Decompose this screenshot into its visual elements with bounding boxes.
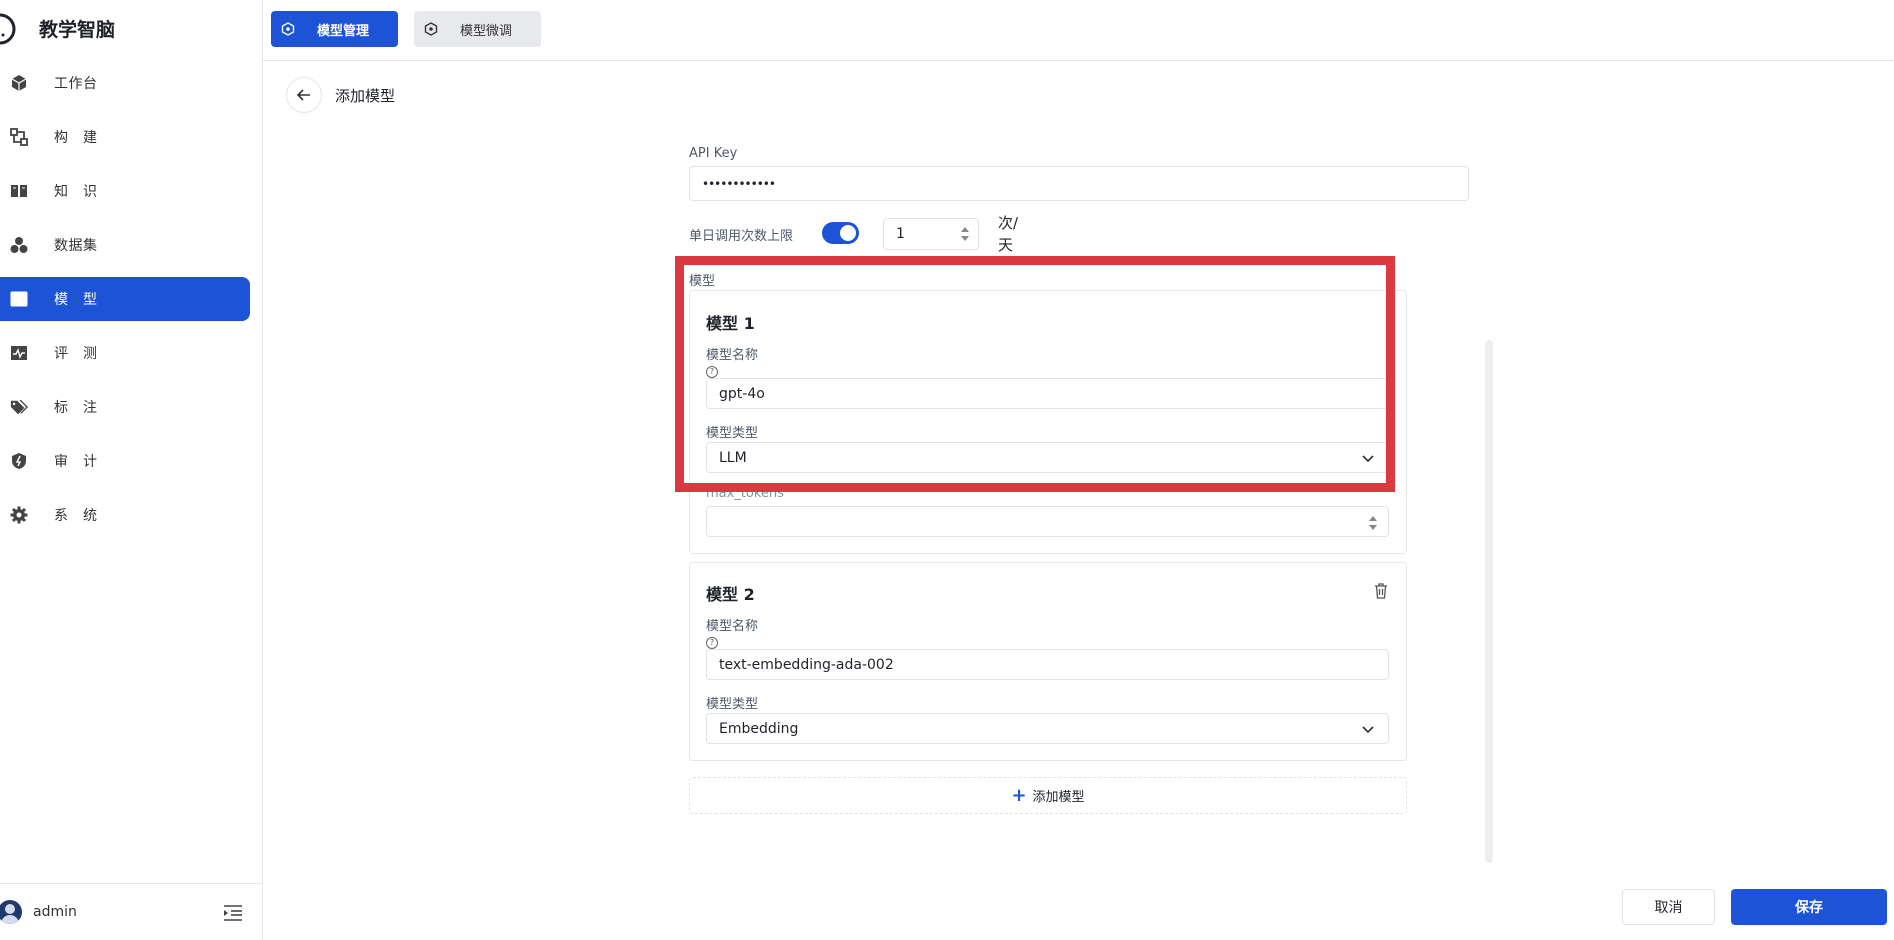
model-2-name-input[interactable]: text-embedding-ada-002: [706, 649, 1389, 680]
page-title: 添加模型: [335, 87, 396, 105]
top-bar: 模型管理 模型微调: [263, 0, 1894, 61]
scrollbar[interactable]: [1485, 340, 1493, 863]
sidebar-item-label: 审 计: [54, 454, 98, 470]
sidebar-nav: 工作台 构 建 知 识 数据集 模 型 评 测 标 注 审 计 系 统: [0, 61, 250, 547]
max-tokens-input[interactable]: [706, 506, 1389, 537]
daily-limit-label: 单日调用次数上限: [689, 229, 794, 244]
tab-model-management[interactable]: 模型管理: [271, 11, 398, 47]
sidebar-item-label: 工作台: [54, 76, 98, 92]
api-key-label: API Key: [689, 146, 738, 161]
chevron-down-icon: [1362, 726, 1374, 734]
app-title: 教学智脑: [39, 18, 116, 41]
sidebar-item-label: 模 型: [54, 292, 98, 308]
flow-icon: [10, 128, 28, 146]
hexagon-icon: [424, 22, 438, 36]
tab-model-finetune[interactable]: 模型微调: [414, 11, 541, 47]
model-2-title: 模型 2: [706, 585, 755, 604]
model-2-name-label: 模型名称: [706, 619, 759, 634]
sidebar-item-evaluation[interactable]: 评 测: [0, 331, 250, 375]
help-icon[interactable]: ?: [706, 637, 718, 649]
model-icon: [10, 290, 28, 308]
daily-limit-toggle[interactable]: [822, 222, 859, 244]
highlight-box: [675, 256, 1395, 492]
logo-icon: [0, 8, 34, 48]
cubes-icon: [10, 236, 28, 254]
trash-icon[interactable]: [1374, 583, 1388, 599]
sidebar-item-audit[interactable]: 审 计: [0, 439, 250, 483]
daily-limit-input[interactable]: 1: [883, 218, 979, 250]
cube-icon: [10, 74, 28, 92]
model-2-name-value: text-embedding-ada-002: [719, 656, 894, 673]
sidebar-item-build[interactable]: 构 建: [0, 115, 250, 159]
model-2-type-value: Embedding: [719, 720, 799, 737]
tab-label: 模型管理: [317, 23, 370, 39]
sidebar-item-label: 评 测: [54, 346, 98, 362]
sidebar-item-system[interactable]: 系 统: [0, 493, 250, 537]
api-key-input[interactable]: ••••••••••••: [689, 166, 1469, 201]
sidebar-item-annotation[interactable]: 标 注: [0, 385, 250, 429]
user-bar: admin: [0, 883, 263, 940]
sidebar-item-label: 数据集: [54, 238, 98, 254]
daily-limit-value: 1: [896, 226, 905, 242]
spinner-icon[interactable]: [960, 224, 970, 244]
daily-limit-unit: 次/天: [998, 214, 1019, 254]
collapse-sidebar-icon[interactable]: [223, 904, 243, 922]
gear-icon: [10, 506, 28, 524]
avatar[interactable]: [0, 900, 22, 924]
tab-label: 模型微调: [460, 23, 513, 39]
sidebar-item-workbench[interactable]: 工作台: [0, 61, 250, 105]
sidebar-item-label: 标 注: [54, 400, 98, 416]
sidebar-item-label: 系 统: [54, 508, 98, 524]
back-button[interactable]: [286, 77, 322, 113]
cancel-button[interactable]: 取消: [1622, 889, 1715, 925]
brand: 教学智脑: [0, 8, 115, 48]
user-name: admin: [33, 904, 77, 920]
sidebar: 教学智脑 工作台 构 建 知 识 数据集 模 型 评 测 标 注 审 计 系 统…: [0, 0, 263, 940]
sidebar-item-label: 知 识: [54, 184, 98, 200]
hexagon-icon: [281, 22, 295, 36]
spinner-icon[interactable]: [1368, 513, 1378, 533]
model-2-type-label: 模型类型: [706, 697, 759, 712]
sidebar-item-model[interactable]: 模 型: [0, 277, 250, 321]
shield-icon: [10, 452, 28, 470]
sidebar-item-label: 构 建: [54, 130, 98, 146]
book-icon: [10, 182, 28, 200]
tag-icon: [10, 398, 28, 416]
plus-icon: +: [1011, 785, 1027, 806]
arrow-left-icon: [296, 89, 310, 101]
sidebar-item-dataset[interactable]: 数据集: [0, 223, 250, 267]
pulse-icon: [10, 344, 28, 362]
save-button[interactable]: 保存: [1731, 889, 1887, 925]
sidebar-item-knowledge[interactable]: 知 识: [0, 169, 250, 213]
add-model-button[interactable]: + 添加模型: [689, 777, 1407, 814]
add-model-label: 添加模型: [1032, 790, 1085, 805]
model-2-type-select[interactable]: Embedding: [706, 713, 1389, 744]
